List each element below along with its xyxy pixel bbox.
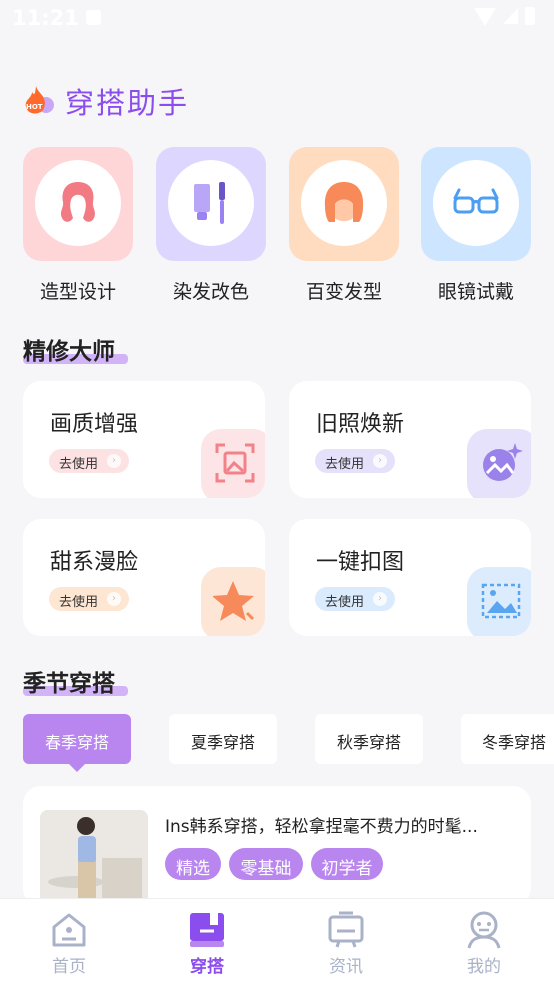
- article-card[interactable]: Ins韩系穿搭，轻松拿捏毫不费力的时髦... 精选 零基础 初学者: [23, 786, 531, 906]
- profile-icon: [467, 911, 501, 949]
- hot-fire-icon: HOT: [25, 86, 54, 114]
- tag-featured[interactable]: 精选: [165, 848, 221, 880]
- chevron-right-icon: ›: [373, 592, 387, 606]
- tool-card: [289, 147, 399, 261]
- tool-hair-dye[interactable]: 染发改色: [156, 147, 266, 307]
- image-enhance-icon: [215, 443, 255, 483]
- status-time: 11:21: [12, 6, 79, 30]
- feature-card-cutout[interactable]: 一键扣图 去使用 ›: [289, 519, 531, 636]
- chevron-right-icon: ›: [373, 454, 387, 468]
- battery-icon: [525, 7, 535, 25]
- tab-news[interactable]: 资讯: [277, 899, 415, 985]
- chevron-right-icon: ›: [107, 454, 121, 468]
- photo-sparkle-icon: [483, 443, 523, 481]
- tool-hairstyle-change[interactable]: 百变发型: [289, 147, 399, 307]
- page-title: 穿搭助手: [65, 86, 190, 120]
- article-thumbnail: [40, 810, 148, 906]
- dye-tools-icon: [194, 182, 225, 224]
- bottom-tab-bar: 首页 穿搭 资讯 我的: [0, 898, 554, 985]
- tool-card: [421, 147, 531, 261]
- hair-style-icon: [61, 182, 95, 222]
- tab-autumn[interactable]: 秋季穿搭: [315, 714, 423, 764]
- tab-label: 我的: [467, 957, 501, 977]
- news-board-icon: [328, 911, 364, 948]
- crop-image-icon: [481, 583, 521, 619]
- signal-icon: [503, 8, 518, 24]
- status-bar: 11:21: [0, 0, 554, 36]
- tab-home[interactable]: 首页: [0, 899, 138, 985]
- use-button[interactable]: 去使用 ›: [49, 449, 129, 473]
- hairstyle-face-icon: [324, 182, 364, 222]
- notification-icon: [86, 10, 101, 25]
- tool-label: 眼镜试戴: [437, 281, 514, 303]
- tab-label: 穿搭: [190, 957, 224, 977]
- section-title-retouch: 精修大师: [23, 332, 128, 366]
- feature-title: 画质增强: [50, 412, 139, 437]
- tag-beginner-zero[interactable]: 零基础: [229, 848, 303, 880]
- tab-spring[interactable]: 春季穿搭: [23, 714, 131, 772]
- star-icon: [213, 581, 255, 621]
- outfit-book-icon: [190, 913, 224, 947]
- chevron-right-icon: ›: [107, 592, 121, 606]
- tab-outfit[interactable]: 穿搭: [138, 899, 276, 985]
- tool-card: [156, 147, 266, 261]
- wifi-icon: [474, 8, 496, 26]
- section-title-season: 季节穿搭: [23, 664, 128, 698]
- tool-label: 造型设计: [39, 281, 116, 303]
- use-button[interactable]: 去使用 ›: [315, 449, 395, 473]
- use-button[interactable]: 去使用 ›: [315, 587, 395, 611]
- feature-card-old-photo[interactable]: 旧照焕新 去使用 ›: [289, 381, 531, 498]
- article-title: Ins韩系穿搭，轻松拿捏毫不费力的时髦...: [165, 817, 478, 837]
- feature-card-cartoon-face[interactable]: 甜系漫脸 去使用 ›: [23, 519, 265, 636]
- tool-label: 染发改色: [172, 281, 249, 303]
- feature-title: 一键扣图: [316, 550, 405, 575]
- feature-title: 旧照焕新: [316, 412, 405, 437]
- app-header: HOT 穿搭助手: [22, 78, 322, 122]
- tool-label: 百变发型: [305, 281, 382, 303]
- home-icon: [52, 913, 86, 947]
- tool-card: [23, 147, 133, 261]
- tab-winter[interactable]: 冬季穿搭: [461, 714, 554, 764]
- feature-card-enhance[interactable]: 画质增强 去使用 ›: [23, 381, 265, 498]
- tool-hair-style[interactable]: 造型设计: [23, 147, 133, 307]
- tool-glasses[interactable]: 眼镜试戴: [421, 147, 531, 307]
- tag-beginner[interactable]: 初学者: [311, 848, 383, 880]
- tab-summer[interactable]: 夏季穿搭: [169, 714, 277, 764]
- feature-title: 甜系漫脸: [50, 550, 139, 575]
- tab-label: 资讯: [329, 957, 363, 977]
- tab-label: 首页: [52, 957, 86, 977]
- use-button[interactable]: 去使用 ›: [49, 587, 129, 611]
- tab-mine[interactable]: 我的: [415, 899, 553, 985]
- glasses-icon: [453, 188, 499, 214]
- hot-badge: HOT: [26, 103, 43, 111]
